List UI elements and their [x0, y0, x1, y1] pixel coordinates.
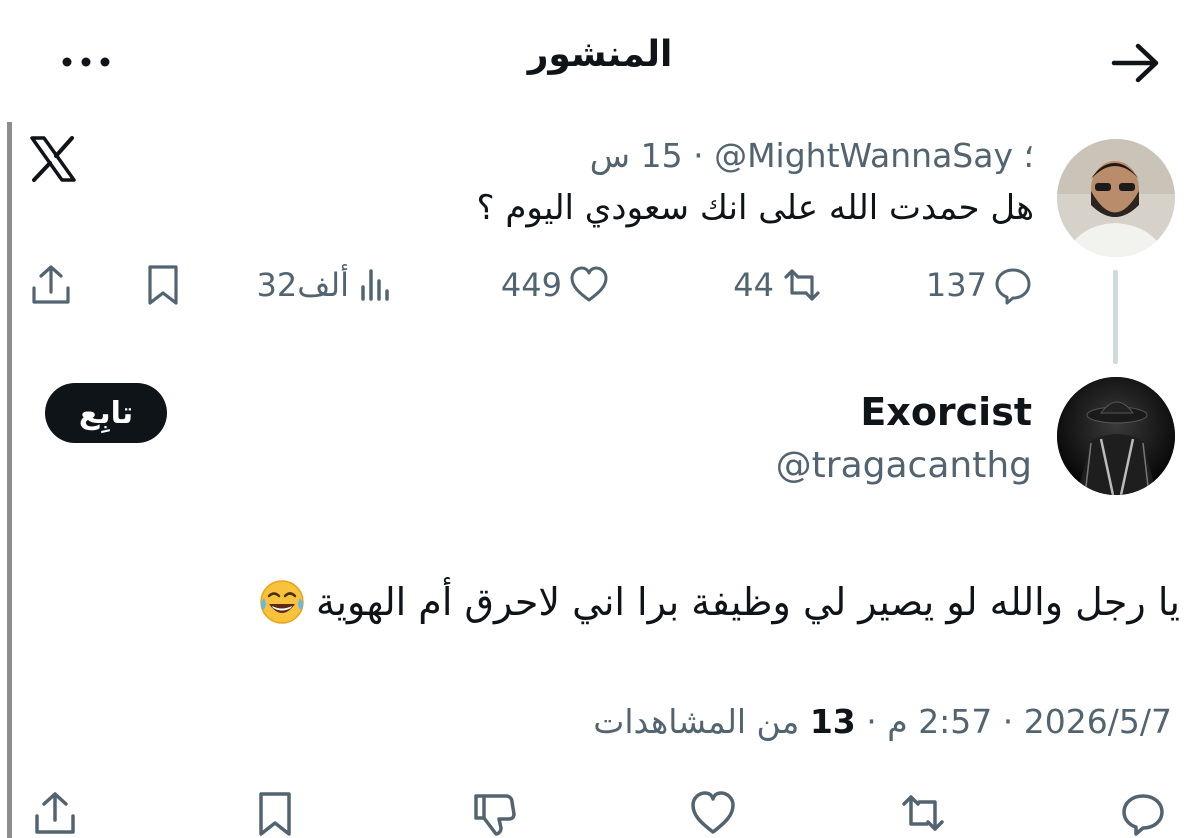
views-count: 13: [809, 702, 856, 741]
tweet-text-row: يا رجل والله لو يصير لي وظيفة برا اني لا…: [258, 578, 1180, 626]
tweet-text: يا رجل والله لو يصير لي وظيفة برا اني لا…: [316, 580, 1180, 624]
bookmark-icon[interactable]: [250, 788, 300, 838]
page-title: المنشور: [527, 34, 673, 75]
parent-retweet-button[interactable]: 44: [733, 262, 824, 308]
reply-icon: [993, 265, 1033, 305]
left-edge-bar: [7, 122, 12, 838]
reply-icon[interactable]: [1118, 788, 1168, 838]
avatar[interactable]: [1057, 377, 1175, 495]
views-count: 32ألف: [256, 266, 349, 304]
face-with-tears-of-joy-icon: [258, 578, 306, 626]
parent-like-button[interactable]: 449: [501, 262, 610, 308]
analytics-icon: [355, 265, 395, 305]
retweet-icon: [780, 265, 824, 305]
parent-tweet-text: هل حمدت الله على انك سعودي اليوم ؟: [476, 188, 1034, 228]
author-name[interactable]: Exorcist: [860, 390, 1032, 434]
separator-glyph: ؛: [1023, 136, 1035, 175]
x-logo-icon: [28, 134, 78, 184]
bookmark-icon[interactable]: [140, 262, 186, 308]
retweet-count: 44: [733, 266, 774, 304]
author-handle[interactable]: @tragacanthg: [776, 445, 1032, 486]
parent-views-button[interactable]: 32ألف: [257, 262, 395, 308]
parent-reply-button[interactable]: 137: [926, 262, 1033, 308]
tweet-time: 2:57 م: [887, 702, 993, 741]
parent-handle[interactable]: @MightWannaSay: [714, 136, 1013, 175]
share-icon[interactable]: [30, 788, 80, 838]
like-count: 449: [500, 266, 562, 304]
views-label[interactable]: من المشاهدات: [593, 702, 799, 741]
tweet-meta: 2026/5/7 · 2:57 م · 13 من المشاهدات: [593, 702, 1172, 741]
arrow-right-icon[interactable]: [1108, 40, 1164, 86]
avatar[interactable]: [1057, 139, 1175, 257]
parent-tweet-meta: ؛ @MightWannaSay · 15 س: [589, 136, 1035, 175]
heart-icon: [568, 265, 610, 305]
parent-time[interactable]: 15 س: [590, 136, 683, 175]
reply-count: 137: [925, 266, 987, 304]
share-icon[interactable]: [28, 262, 74, 308]
thumbs-down-icon[interactable]: [470, 788, 520, 838]
heart-icon[interactable]: [688, 788, 738, 838]
thread-connector: [1113, 270, 1118, 364]
retweet-icon[interactable]: [898, 788, 948, 838]
tweet-date: 2026/5/7: [1023, 702, 1172, 741]
follow-button[interactable]: تابِع: [45, 383, 167, 443]
